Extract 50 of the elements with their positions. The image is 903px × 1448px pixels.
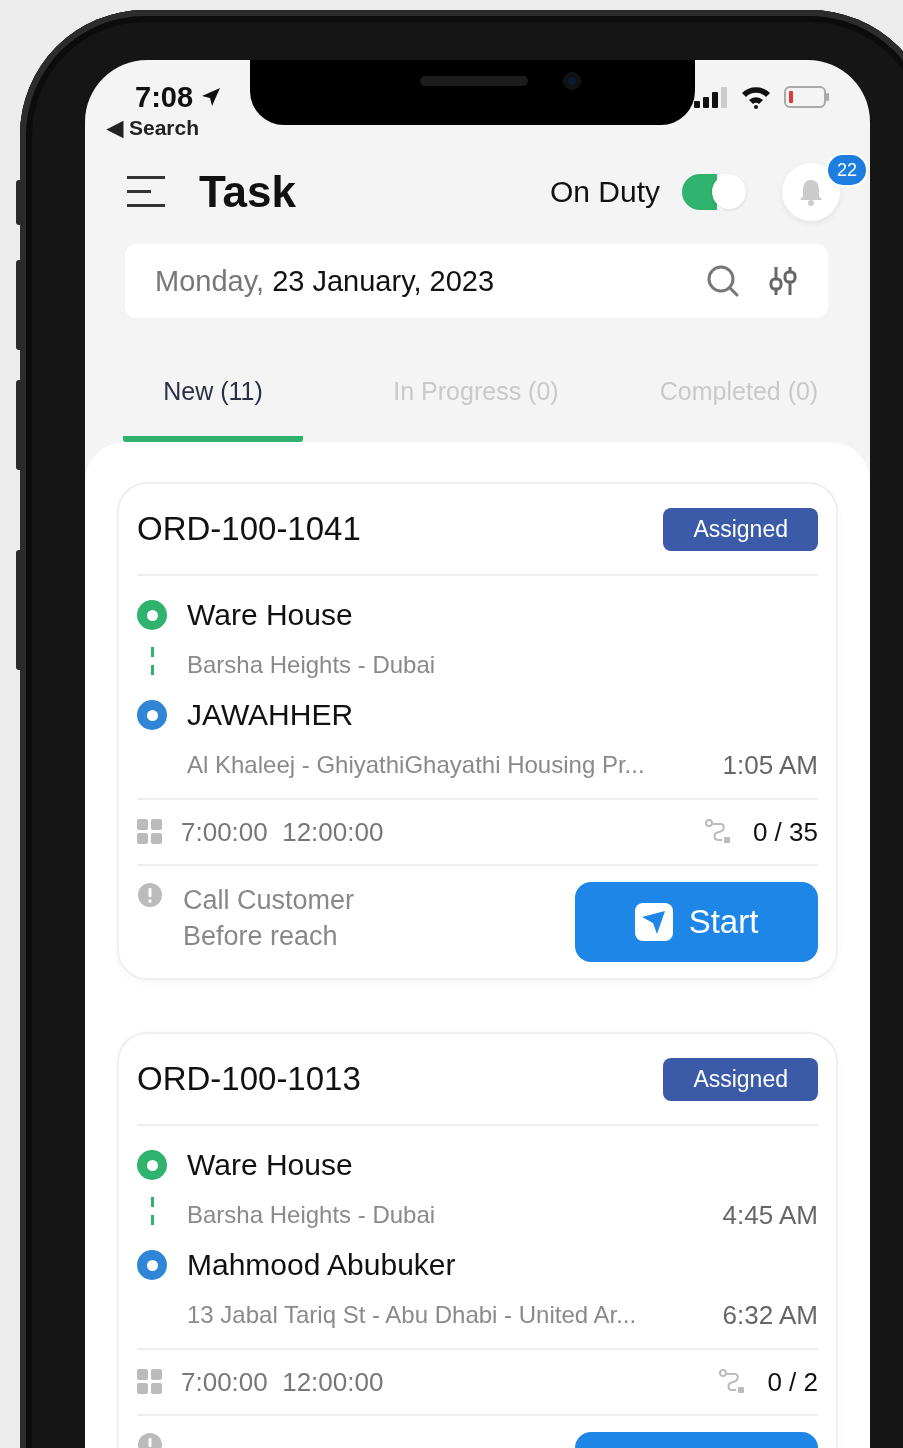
start-button[interactable]: Start xyxy=(575,882,818,962)
stop-address: 13 Jabal Tariq St - Abu Dhabi - United Ar... xyxy=(187,1300,638,1330)
page-title: Task xyxy=(199,167,298,217)
search-icon xyxy=(706,264,740,298)
stop-time: 4:45 AM xyxy=(722,1198,818,1232)
order-card[interactable]: ORD-100-1013 Assigned Ware House Barsha Heights - Dubai 4:45 AM Mahmood Abubuker 13 Jabal Tariq St - Abu Dhabi - United Ar... 6:32 AM 7:00:00 12:00:00 0 / 2 xyxy=(117,1032,838,1448)
duty-toggle[interactable] xyxy=(682,174,746,210)
order-id: ORD-100-1013 xyxy=(137,1060,361,1098)
order-card[interactable]: ORD-100-1041 Assigned Ware House Barsha Heights - Dubai JAWAHHER Al Khaleej - GhiyathiGhayathi Housing Pr... 1:05 AM 7:00:00 12:00:00 0 / 35 Call Customer Before reach Start xyxy=(117,482,838,980)
stop-address: Barsha Heights - Dubai xyxy=(187,1200,437,1230)
grid-icon xyxy=(137,819,163,845)
exclamation-icon xyxy=(137,882,163,908)
stop-address: Al Khaleej - GhiyathiGhayathi Housing Pr... xyxy=(187,750,646,780)
stop-name: Ware House xyxy=(187,597,354,633)
filter-button[interactable] xyxy=(768,265,798,297)
notification-button[interactable] xyxy=(782,163,840,221)
date-text: Monday, 23 January, 2023 xyxy=(155,264,496,298)
stop-name: JAWAHHER xyxy=(187,697,355,733)
route-icon xyxy=(719,1369,746,1395)
order-id: ORD-100-1041 xyxy=(137,510,361,548)
time-window: 7:00:00 12:00:00 xyxy=(181,816,384,848)
time-window: 7:00:00 12:00:00 xyxy=(181,1366,384,1398)
status-badge: Assigned xyxy=(663,1057,818,1101)
date-bar[interactable]: Monday, 23 January, 2023 xyxy=(125,244,828,318)
filter-sliders-icon xyxy=(768,265,798,297)
bell-icon xyxy=(798,178,824,206)
menu-icon[interactable] xyxy=(127,174,167,210)
stop-time: 1:05 AM xyxy=(722,748,818,782)
back-link[interactable]: ◀ Search xyxy=(107,116,200,140)
stop-name: Ware House xyxy=(187,1147,354,1183)
dropoff-dot xyxy=(137,1250,167,1280)
pickup-dot xyxy=(137,600,167,630)
route-icon xyxy=(704,819,731,845)
item-count: 0 / 35 xyxy=(752,816,818,848)
grid-icon xyxy=(137,1369,163,1395)
stop-name: Mahmood Abubuker xyxy=(187,1247,457,1283)
item-count: 0 / 2 xyxy=(767,1366,818,1398)
clock: 7:08 xyxy=(135,80,224,114)
wifi-icon xyxy=(740,85,772,109)
duty-label: On Duty xyxy=(549,175,660,209)
dropoff-dot xyxy=(137,700,167,730)
stop-time: 6:32 AM xyxy=(722,1298,818,1332)
stop-address: Barsha Heights - Dubai xyxy=(187,650,437,680)
notification-count: 22 xyxy=(826,153,868,187)
navigation-icon xyxy=(634,903,673,941)
status-badge: Assigned xyxy=(663,507,818,551)
signal-icon xyxy=(694,86,728,108)
search-button[interactable] xyxy=(706,264,740,298)
order-note: Call Customer Before reach xyxy=(183,884,356,953)
pickup-dot xyxy=(137,1150,167,1180)
